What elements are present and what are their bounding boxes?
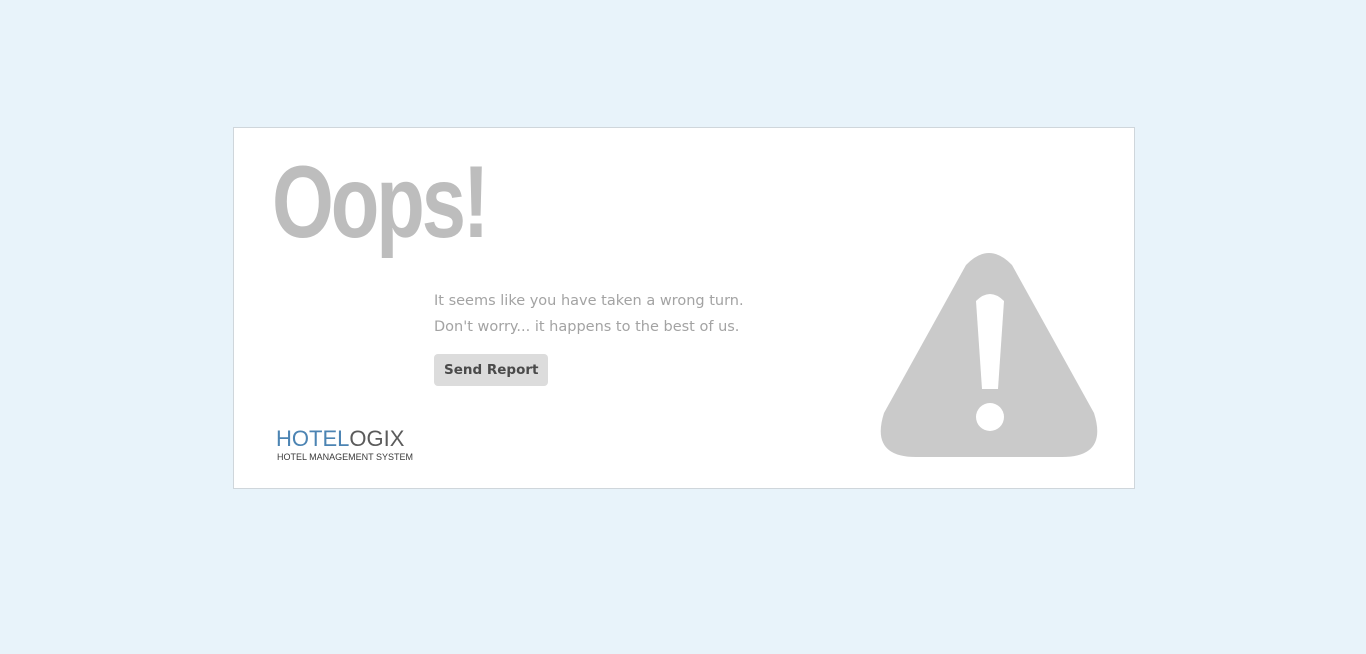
error-message: It seems like you have taken a wrong tur… [434, 288, 744, 340]
error-card: Oops! It seems like you have taken a wro… [233, 127, 1135, 489]
hotelogix-logo: HOTELOGIX HOTEL MANAGEMENT SYSTEM [276, 426, 413, 462]
logo-wordmark-part-1: HOTEL [276, 426, 350, 451]
send-report-button[interactable]: Send Report [434, 354, 549, 386]
error-message-line-1: It seems like you have taken a wrong tur… [434, 293, 744, 309]
exclamation-dot [976, 403, 1004, 431]
logo-wordmark: HOTELOGIX [276, 426, 413, 452]
warning-triangle-icon [880, 253, 1098, 457]
error-message-line-2: Don't worry... it happens to the best of… [434, 319, 740, 335]
logo-wordmark-part-2: OGIX [349, 426, 405, 451]
error-headline: Oops! [272, 145, 489, 259]
logo-tagline: HOTEL MANAGEMENT SYSTEM [277, 452, 414, 462]
